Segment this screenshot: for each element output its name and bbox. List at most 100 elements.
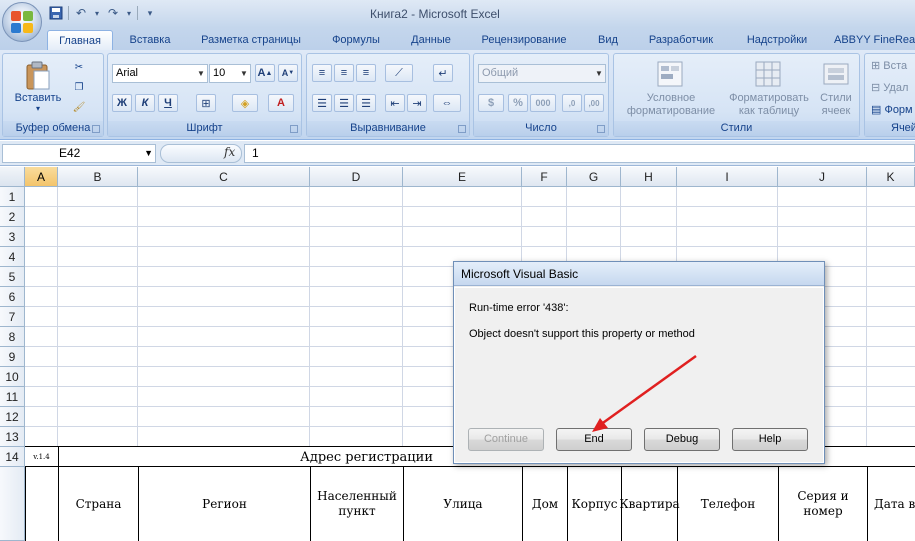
tab-home[interactable]: Главная	[47, 30, 113, 50]
row-header[interactable]: 7	[0, 307, 25, 327]
align-left-button[interactable]: ☰	[312, 94, 332, 112]
continue-button[interactable]: Continue	[468, 428, 544, 451]
align-top-button[interactable]: ≡	[312, 64, 332, 82]
column-header-j[interactable]: J	[778, 167, 867, 187]
row-header[interactable]: 8	[0, 327, 25, 347]
clipboard-launcher-icon[interactable]	[92, 125, 100, 133]
tab-insert[interactable]: Вставка	[122, 30, 178, 50]
font-launcher-icon[interactable]	[290, 125, 298, 133]
number-format-combo[interactable]: Общий ▼	[478, 64, 606, 83]
percent-button[interactable]: %	[508, 94, 528, 112]
underline-button[interactable]: Ч	[158, 94, 178, 112]
insert-cells-button[interactable]: ⊞ Вста	[871, 59, 907, 72]
delete-cells-button[interactable]: ⊟ Удал	[871, 81, 908, 94]
office-button[interactable]	[2, 2, 42, 42]
row-header[interactable]: 12	[0, 407, 25, 427]
font-color-button[interactable]: A	[268, 94, 294, 112]
row-header[interactable]: 14	[0, 447, 25, 467]
column-header-c[interactable]: C	[138, 167, 310, 187]
decrease-indent-button[interactable]: ⇤	[385, 94, 405, 112]
row-header[interactable]: 13	[0, 427, 25, 447]
column-header-a[interactable]: A	[25, 167, 58, 187]
decrease-decimal-button[interactable]: ,00	[584, 94, 604, 112]
row-header[interactable]: 3	[0, 227, 25, 247]
alignment-launcher-icon[interactable]	[458, 125, 466, 133]
row-header[interactable]: 11	[0, 387, 25, 407]
debug-button[interactable]: Debug	[644, 428, 720, 451]
row-header[interactable]: 10	[0, 367, 25, 387]
increase-decimal-button[interactable]: ,0	[562, 94, 582, 112]
align-center-button[interactable]: ☰	[334, 94, 354, 112]
row-header[interactable]: 1	[0, 187, 25, 207]
bold-button[interactable]: Ж	[112, 94, 132, 112]
table-header-cell[interactable]: Страна	[59, 467, 138, 541]
align-middle-button[interactable]: ≡	[334, 64, 354, 82]
column-header-d[interactable]: D	[310, 167, 403, 187]
table-header-cell[interactable]: Дата вы	[874, 467, 915, 541]
tab-addins[interactable]: Надстройки	[739, 30, 815, 50]
cell-styles-button[interactable]: Стили ячеек	[814, 56, 858, 120]
row-header[interactable]	[0, 467, 25, 541]
format-cells-button[interactable]: ▤ Форм	[871, 103, 913, 116]
tab-formulas[interactable]: Формулы	[325, 30, 387, 50]
orientation-button[interactable]: ⟋	[385, 64, 413, 82]
currency-button[interactable]: $	[478, 94, 504, 112]
number-launcher-icon[interactable]	[597, 125, 605, 133]
paste-button[interactable]: Вставить ▾	[13, 57, 63, 117]
end-button[interactable]: End	[556, 428, 632, 451]
align-right-button[interactable]: ☰	[356, 94, 376, 112]
version-cell[interactable]: v.1.4	[25, 447, 58, 467]
help-button[interactable]: Help	[732, 428, 808, 451]
row-header[interactable]: 5	[0, 267, 25, 287]
table-header-cell[interactable]: Серия и номер	[779, 467, 867, 541]
borders-button[interactable]: ⊞	[196, 94, 216, 112]
column-header-e[interactable]: E	[403, 167, 522, 187]
table-header-cell[interactable]: Населенный пункт	[311, 467, 403, 541]
row-header[interactable]: 4	[0, 247, 25, 267]
row-header[interactable]: 6	[0, 287, 25, 307]
format-painter-icon[interactable]: 🖌	[69, 98, 89, 116]
row-header[interactable]: 9	[0, 347, 25, 367]
insert-function-icon[interactable]: fx	[224, 145, 235, 159]
conditional-formatting-button[interactable]: Условное форматирование	[618, 56, 724, 120]
tab-data[interactable]: Данные	[403, 30, 459, 50]
column-header-k[interactable]: K	[867, 167, 915, 187]
delete-cells-label: Удал	[883, 82, 909, 94]
tab-view[interactable]: Вид	[591, 30, 625, 50]
table-header-cell[interactable]: Улица	[404, 467, 522, 541]
merge-center-button[interactable]: ⇔	[433, 94, 461, 112]
italic-button[interactable]: К	[135, 94, 155, 112]
tab-page-layout[interactable]: Разметка страницы	[193, 30, 309, 50]
shrink-font-button[interactable]: A ▼	[278, 64, 298, 82]
tab-review[interactable]: Рецензирование	[474, 30, 574, 50]
font-size-value: 10	[213, 67, 226, 79]
column-header-g[interactable]: G	[567, 167, 621, 187]
thousands-button[interactable]: 000	[530, 94, 556, 112]
table-header-cell[interactable]: Телефон	[678, 467, 778, 541]
cut-icon[interactable]: ✂	[69, 58, 89, 76]
table-header-cell[interactable]: Регион	[139, 467, 310, 541]
copy-icon[interactable]: ❐	[69, 78, 89, 96]
table-header-cell[interactable]: Квартира	[619, 467, 679, 541]
row-header[interactable]: 2	[0, 207, 25, 227]
format-as-table-button[interactable]: Форматировать как таблицу	[724, 56, 814, 120]
increase-indent-button[interactable]: ⇥	[407, 94, 427, 112]
tab-developer[interactable]: Разработчик	[641, 30, 721, 50]
name-box[interactable]: E42 ▼	[2, 144, 156, 163]
column-header-h[interactable]: H	[621, 167, 677, 187]
wrap-text-button[interactable]: ↵	[433, 64, 453, 82]
column-header-i[interactable]: I	[677, 167, 778, 187]
tab-abbyy[interactable]: ABBYY FineReader	[834, 30, 915, 50]
font-size-combo[interactable]: 10 ▼	[209, 64, 251, 83]
select-all-button[interactable]	[0, 167, 25, 187]
grow-font-button[interactable]: A ▲	[255, 64, 275, 82]
column-header-b[interactable]: B	[58, 167, 138, 187]
column-header-f[interactable]: F	[522, 167, 567, 187]
fill-color-button[interactable]: ◈	[232, 94, 258, 112]
paste-dropdown-icon[interactable]: ▾	[36, 104, 40, 113]
formula-input[interactable]: 1	[244, 144, 915, 163]
table-header-cell[interactable]: Дом	[523, 467, 567, 541]
font-name-combo[interactable]: Arial ▼	[112, 64, 208, 83]
align-bottom-button[interactable]: ≡	[356, 64, 376, 82]
table-header-cell[interactable]: Корпус	[568, 467, 621, 541]
